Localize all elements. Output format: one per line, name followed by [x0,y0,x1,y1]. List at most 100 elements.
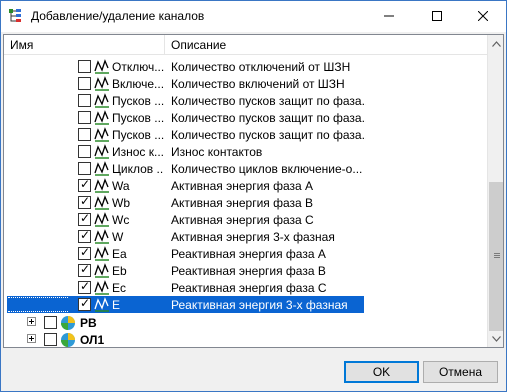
channel-description: Реактивная энергия фаза C [171,281,327,295]
group-checkbox[interactable] [44,333,57,346]
channel-row[interactable]: Пусков ... Количество пусков защит по фаз… [4,92,487,109]
signal-wave-icon [94,178,109,193]
minimize-button[interactable] [366,1,412,31]
channel-row[interactable]: Включе... Количество включений от ШЗН [4,75,487,92]
expand-plus-icon[interactable] [27,334,36,343]
device-ball-icon [61,333,75,347]
list-header: Имя Описание [4,35,487,55]
signal-wave-icon [94,127,109,142]
channel-checkbox[interactable] [78,162,91,175]
expand-plus-icon[interactable] [27,317,36,326]
channel-name: Eb [112,264,127,278]
checkmark-icon: ✓ [80,177,91,191]
channel-row[interactable]: Циклов ... Количество циклов включение-о.… [4,160,487,177]
channel-name: Пусков ... [112,94,164,108]
checkmark-icon: ✓ [80,262,91,276]
checkmark-icon: ✓ [80,211,91,225]
thumb-grip-line [494,255,500,256]
channel-row[interactable]: ✓ Eb Реактивная энергия фаза B [4,262,487,279]
signal-wave-icon [94,110,109,125]
channel-name: W [112,230,124,244]
signal-wave-icon [94,212,109,227]
ok-button[interactable]: OK [344,361,419,383]
channel-row[interactable]: Пусков ... Количество пусков защит по фаз… [4,126,487,143]
channel-row[interactable]: ✓ E Реактивная энергия 3-х фазная [4,296,487,313]
channel-checkbox[interactable]: ✓ [78,211,91,226]
channel-row[interactable]: ✓ Ec Реактивная энергия фаза C [4,279,487,296]
column-header-description[interactable]: Описание [165,35,487,55]
group-checkbox[interactable] [44,316,57,329]
tree-network-icon [9,9,21,22]
signal-wave-icon [94,59,109,74]
channel-description: Реактивная энергия 3-х фазная [171,298,348,312]
channel-description: Количество отключений от ШЗН [171,60,351,74]
channel-row[interactable]: ✓ Wb Активная энергия фаза B [4,194,487,211]
channel-checkbox[interactable]: ✓ [78,228,91,243]
signal-wave-icon [94,297,109,312]
channel-row[interactable]: Износ к... Износ контактов [4,143,487,160]
channel-description: Активная энергия фаза C [171,213,314,227]
channel-checkbox[interactable] [78,77,91,90]
signal-wave-icon [94,93,109,108]
channel-description: Количество пусков защит по фаза... [171,94,366,108]
group-node[interactable]: ОЛ1 [4,331,487,347]
channel-name: Включе... [112,77,164,91]
checkmark-icon: ✓ [80,279,91,293]
column-header-name[interactable]: Имя [4,35,165,55]
checkmark-icon: ✓ [80,228,91,242]
channel-name: Пусков ... [112,111,164,125]
channel-row[interactable]: ✓ W Активная энергия 3-х фазная [4,228,487,245]
channel-name: Wb [112,196,130,210]
signal-wave-icon [94,144,109,159]
channel-checkbox[interactable]: ✓ [78,279,91,294]
checkmark-icon: ✓ [80,296,91,310]
channel-checkbox[interactable]: ✓ [78,245,91,260]
channel-checkbox[interactable] [78,128,91,141]
channel-name: Отключ... [112,60,164,74]
channel-checkbox[interactable]: ✓ [78,194,91,209]
minimize-icon [384,15,394,17]
channel-name: E [112,298,121,312]
channel-checkbox[interactable] [78,145,91,158]
title-bar[interactable]: Добавление/удаление каналов [1,1,506,32]
channel-checkbox[interactable]: ✓ [78,262,91,277]
cancel-button[interactable]: Отмена [423,361,498,383]
vertical-scrollbar[interactable] [487,35,503,347]
channel-row[interactable]: Пусков ... Количество пусков защит по фаз… [4,109,487,126]
channel-description: Активная энергия фаза B [171,196,314,210]
channel-description: Реактивная энергия фаза A [171,247,326,261]
channel-checkbox[interactable] [78,94,91,107]
channel-description: Износ контактов [171,145,263,159]
maximize-button[interactable] [414,1,460,31]
channel-row[interactable]: ✓ Ea Реактивная энергия фаза A [4,245,487,262]
scroll-up-button[interactable] [488,35,503,52]
channel-name: Ea [112,247,127,261]
channel-row[interactable]: ✓ Wc Активная энергия фаза C [4,211,487,228]
channel-row[interactable]: ✓ Wa Активная энергия фаза A [4,177,487,194]
channel-list[interactable]: Имя Описание Отключ... Количество отключе… [3,34,504,348]
scroll-down-button[interactable] [488,330,503,347]
channel-checkbox[interactable] [78,111,91,124]
signal-wave-icon [94,280,109,295]
scroll-thumb[interactable] [489,182,503,331]
maximize-icon [432,11,442,21]
channel-checkbox[interactable]: ✓ [78,296,91,311]
group-label: ОЛ1 [80,333,105,347]
window-title: Добавление/удаление каналов [31,9,205,23]
channel-description: Реактивная энергия фаза B [171,264,326,278]
channel-description: Количество включений от ШЗН [171,77,345,91]
channel-checkbox[interactable]: ✓ [78,177,91,192]
dialog-window: Добавление/удаление каналов Имя Описание… [0,0,507,392]
signal-wave-icon [94,76,109,91]
focus-rectangle [8,297,68,312]
group-label: РВ [80,316,97,330]
channel-name: Износ к... [112,145,164,159]
checkmark-icon: ✓ [80,194,91,208]
checkmark-icon: ✓ [80,245,91,259]
channel-name: Wa [112,179,130,193]
channel-checkbox[interactable] [78,60,91,73]
group-node[interactable]: РВ [4,314,487,331]
close-button[interactable] [460,1,506,31]
channel-row[interactable]: Отключ... Количество отключений от ШЗН [4,58,487,75]
signal-wave-icon [94,161,109,176]
